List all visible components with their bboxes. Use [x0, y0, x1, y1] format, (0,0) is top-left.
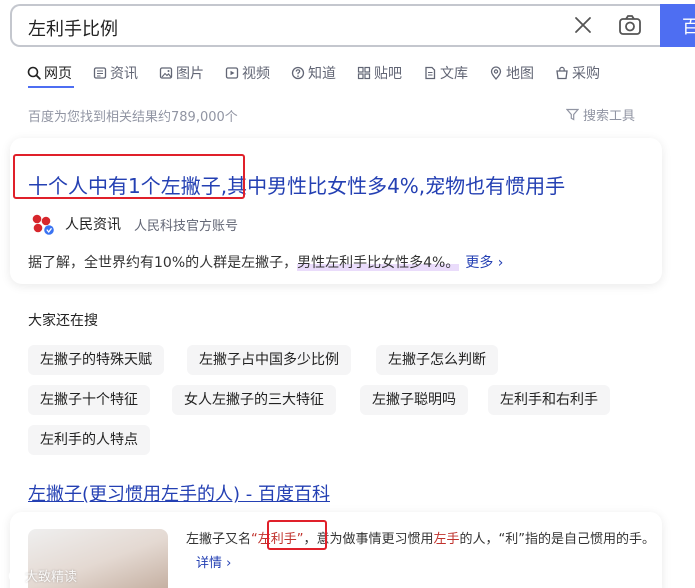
tab-video[interactable]: 视频	[225, 62, 270, 84]
baike-card: 左撇子又名“左利手”，意为做事情更习惯用左手的人，“利”指的是自己惯用的手。详情…	[10, 512, 662, 588]
related-searches-heading: 大家还在搜	[28, 313, 98, 329]
source-tag: 人民科技官方账号	[134, 219, 239, 234]
result-card: 十个人中有1个左撇子,其中男性比女性多4%,宠物也有惯用手 人民资讯 人民科技官…	[10, 138, 662, 284]
snippet-highlight: 男性左利手比女性多4%。	[297, 255, 460, 271]
related-chip[interactable]: 女人左撇子的三大特征	[172, 385, 336, 415]
active-tab-indicator	[28, 86, 74, 88]
image-icon	[159, 67, 173, 79]
tab-news[interactable]: 资讯	[93, 62, 138, 84]
related-chip[interactable]: 左撇子的特殊天赋	[28, 345, 164, 375]
people-news-logo-icon	[32, 214, 54, 235]
question-icon	[291, 66, 305, 80]
more-link[interactable]: 更多 ›	[465, 255, 503, 271]
tab-zhidao[interactable]: 知道	[291, 62, 336, 84]
close-icon[interactable]	[572, 14, 594, 36]
search-input[interactable]: 左利手比例	[28, 15, 118, 41]
search-tools-button[interactable]: 搜索工具	[566, 105, 635, 124]
related-chip[interactable]: 左利手和右利手	[488, 385, 610, 415]
highlight-box	[13, 154, 245, 199]
result-title-link[interactable]: 左撇子(更习惯用左手的人) - 百度百科	[28, 480, 330, 506]
tab-purchase[interactable]: 采购	[555, 62, 600, 84]
related-chip[interactable]: 左撇子聪明吗	[360, 385, 468, 415]
tab-images[interactable]: 图片	[159, 62, 204, 84]
result-count: 百度为您找到相关结果约789,000个	[28, 110, 238, 125]
video-icon	[225, 67, 239, 79]
tieba-icon	[357, 66, 371, 80]
tab-web[interactable]: 网页	[27, 62, 72, 84]
source-name[interactable]: 人民资讯	[65, 214, 121, 234]
news-icon	[93, 67, 107, 79]
chevron-right-icon: ›	[497, 255, 504, 271]
search-icon	[27, 66, 41, 80]
related-chip[interactable]: 左撇子怎么判断	[376, 345, 498, 375]
tab-tieba[interactable]: 贴吧	[357, 62, 402, 84]
document-icon	[425, 66, 436, 80]
detail-link[interactable]: 详情 ›	[196, 556, 231, 571]
search-bar[interactable]: 左利手比例	[10, 4, 695, 47]
chevron-right-icon: ›	[226, 556, 232, 571]
result-snippet: 据了解，全世界约有10%的人群是左撇子，男性左利手比女性多4%。 更多 ›	[28, 255, 504, 271]
related-chip[interactable]: 左利手的人特点	[28, 425, 150, 455]
watermark: 大致精读	[8, 566, 77, 585]
highlight-box	[267, 520, 327, 550]
search-tabs: 网页 资讯 图片 视频 知道 贴吧 文库 地图 采购	[27, 62, 621, 84]
tab-wenku[interactable]: 文库	[423, 62, 468, 84]
filter-icon	[566, 108, 579, 121]
related-chip[interactable]: 左撇子十个特征	[28, 385, 150, 415]
bag-icon	[556, 66, 568, 80]
map-icon	[490, 66, 502, 80]
search-button[interactable]: 百度一下	[660, 4, 695, 47]
baike-summary: 左撇子又名“左利手”，意为做事情更习惯用左手的人，“利”指的是自己惯用的手。详情…	[186, 532, 656, 571]
camera-icon[interactable]	[618, 14, 642, 36]
related-chip[interactable]: 左撇子占中国多少比例	[187, 345, 351, 375]
watermark-logo-icon	[8, 569, 22, 582]
tab-map[interactable]: 地图	[489, 62, 534, 84]
